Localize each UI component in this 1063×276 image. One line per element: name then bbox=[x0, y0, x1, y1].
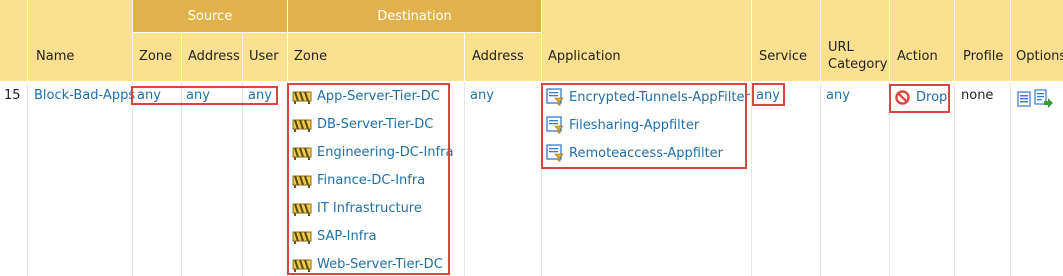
rule-details-icon[interactable] bbox=[1016, 91, 1032, 107]
source-group-header: Source bbox=[133, 0, 287, 32]
column-header-application[interactable]: Application bbox=[548, 48, 621, 65]
column-header-profile[interactable]: Profile bbox=[963, 48, 1003, 65]
rule-export-icon[interactable] bbox=[1034, 89, 1054, 108]
source-group-label: Source bbox=[187, 8, 233, 24]
column-header-service[interactable]: Service bbox=[759, 48, 807, 65]
column-header-name[interactable]: Name bbox=[36, 48, 74, 65]
destination-group-label: Destination bbox=[377, 8, 452, 24]
column-header-action[interactable]: Action bbox=[897, 48, 938, 65]
column-header-destination-zone[interactable]: Zone bbox=[294, 48, 327, 65]
column-header-destination-address[interactable]: Address bbox=[472, 48, 524, 65]
column-header-source-zone[interactable]: Zone bbox=[139, 48, 172, 65]
column-header-options[interactable]: Options bbox=[1016, 48, 1063, 65]
destination-address-value[interactable]: any bbox=[470, 88, 494, 103]
application-highlight-box bbox=[541, 83, 747, 169]
rule-number: 15 bbox=[4, 88, 21, 103]
column-header-source-address[interactable]: Address bbox=[188, 48, 240, 65]
action-highlight-box bbox=[889, 84, 950, 113]
column-header-source-user[interactable]: User bbox=[249, 48, 279, 65]
security-policy-table: Source Destination Name Zone Address Use… bbox=[0, 0, 1063, 276]
destination-group-header: Destination bbox=[288, 0, 541, 32]
source-highlight-box bbox=[131, 86, 278, 105]
url-category-value[interactable]: any bbox=[826, 88, 850, 103]
service-highlight-box bbox=[752, 83, 785, 106]
profile-value: none bbox=[961, 88, 994, 103]
column-header-url-category[interactable]: URL Category bbox=[828, 39, 888, 73]
rule-name-link[interactable]: Block-Bad-Apps bbox=[34, 88, 135, 103]
destination-zone-highlight-box bbox=[287, 83, 450, 275]
